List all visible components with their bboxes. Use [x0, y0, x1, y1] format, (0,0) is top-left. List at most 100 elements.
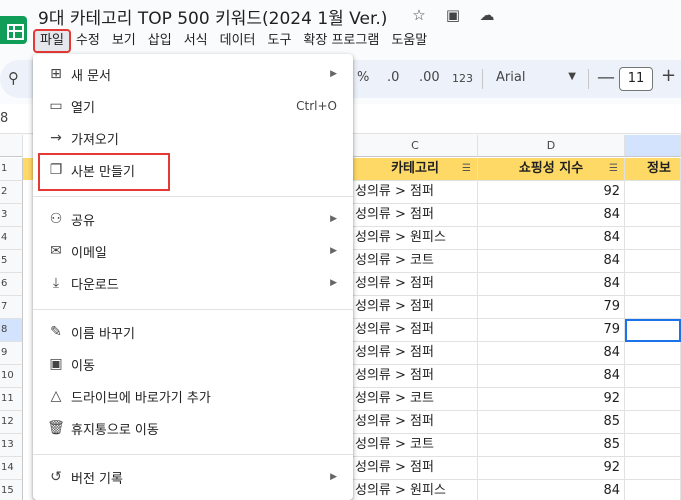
name-box[interactable]: 8: [0, 111, 8, 126]
format-percent-button[interactable]: %: [357, 70, 369, 85]
row-header[interactable]: 10: [0, 365, 23, 388]
category-cell[interactable]: 성의류 > 원피스: [353, 480, 478, 500]
shopping-index-cell[interactable]: 85: [478, 434, 625, 457]
category-cell[interactable]: 성의류 > 점퍼: [353, 296, 478, 319]
category-cell[interactable]: 성의류 > 점퍼: [353, 319, 478, 342]
filter-icon[interactable]: ☰: [609, 158, 618, 180]
row-header[interactable]: 4: [0, 227, 23, 250]
shopping-index-cell[interactable]: 92: [478, 388, 625, 411]
menu-item-add-shortcut[interactable]: △ 드라이브에 바로가기 추가: [33, 380, 353, 412]
filter-icon[interactable]: ☰: [462, 158, 471, 180]
category-cell[interactable]: 성의류 > 코트: [353, 388, 478, 411]
shopping-index-cell[interactable]: 84: [478, 342, 625, 365]
font-select[interactable]: Arial ▼: [490, 68, 580, 90]
menu-view[interactable]: 보기: [106, 30, 142, 52]
info-cell[interactable]: [625, 204, 681, 227]
category-cell[interactable]: 성의류 > 원피스: [353, 227, 478, 250]
info-cell[interactable]: [625, 296, 681, 319]
menu-item-move[interactable]: ▣ 이동: [33, 348, 353, 380]
category-cell[interactable]: 성의류 > 점퍼: [353, 204, 478, 227]
menu-item-new[interactable]: ⊞ 새 문서 ▶: [33, 58, 353, 90]
row-header[interactable]: 1: [0, 158, 23, 181]
header-cell-category[interactable]: 카테고리 ☰: [353, 158, 478, 181]
info-cell[interactable]: [625, 388, 681, 411]
row-header[interactable]: 15: [0, 480, 23, 500]
shopping-index-cell[interactable]: 92: [478, 181, 625, 204]
menu-item-import[interactable]: → 가져오기: [33, 122, 353, 154]
category-cell[interactable]: 성의류 > 점퍼: [353, 411, 478, 434]
menu-file[interactable]: 파일: [33, 29, 71, 53]
menu-tools[interactable]: 도구: [262, 30, 298, 52]
decrease-decimal-button[interactable]: .0: [387, 70, 399, 85]
category-cell[interactable]: 성의류 > 점퍼: [353, 181, 478, 204]
row-header[interactable]: 3: [0, 204, 23, 227]
category-cell[interactable]: 성의류 > 점퍼: [353, 342, 478, 365]
move-folder-icon[interactable]: ▣: [444, 6, 462, 24]
shopping-index-cell[interactable]: 84: [478, 204, 625, 227]
row-header[interactable]: 14: [0, 457, 23, 480]
row-header[interactable]: 8: [0, 319, 23, 342]
category-cell[interactable]: 성의류 > 코트: [353, 434, 478, 457]
menu-item-version-history[interactable]: ↺ 버전 기록 ▶: [33, 461, 353, 493]
info-cell[interactable]: [625, 227, 681, 250]
header-cell-info[interactable]: 정보: [625, 158, 681, 181]
row-header[interactable]: 6: [0, 273, 23, 296]
menu-item-share[interactable]: ⚇ 공유 ▶: [33, 203, 353, 235]
search-menus-icon[interactable]: ⚲: [8, 69, 19, 87]
shopping-index-cell[interactable]: 79: [478, 296, 625, 319]
menu-item-download[interactable]: ⤓ 다운로드 ▶: [33, 267, 353, 299]
shopping-index-cell[interactable]: 84: [478, 250, 625, 273]
row-header[interactable]: 9: [0, 342, 23, 365]
header-cell-shopping-index[interactable]: 쇼핑성 지수 ☰: [478, 158, 625, 181]
document-title[interactable]: 9대 카테고리 TOP 500 키워드(2024 1월 Ver.): [38, 4, 387, 29]
info-cell[interactable]: [625, 480, 681, 500]
info-cell[interactable]: [625, 365, 681, 388]
star-icon[interactable]: ☆: [410, 6, 428, 24]
shopping-index-cell[interactable]: 84: [478, 273, 625, 296]
category-cell[interactable]: 성의류 > 코트: [353, 250, 478, 273]
menu-edit[interactable]: 수정: [70, 30, 106, 52]
info-cell[interactable]: [625, 457, 681, 480]
info-cell[interactable]: [625, 342, 681, 365]
row-header[interactable]: 12: [0, 411, 23, 434]
font-size-decrease-button[interactable]: —: [597, 67, 615, 88]
info-cell[interactable]: [625, 273, 681, 296]
column-header-e[interactable]: [625, 135, 681, 157]
info-cell[interactable]: [625, 250, 681, 273]
info-cell[interactable]: [625, 411, 681, 434]
cloud-status-icon[interactable]: ☁: [478, 6, 496, 24]
increase-decimal-button[interactable]: .00: [419, 70, 440, 85]
shopping-index-cell[interactable]: 84: [478, 227, 625, 250]
font-size-input[interactable]: 11: [619, 67, 653, 91]
menu-extensions[interactable]: 확장 프로그램: [297, 30, 385, 52]
menu-item-email[interactable]: ✉ 이메일 ▶: [33, 235, 353, 267]
info-cell[interactable]: [625, 434, 681, 457]
shopping-index-cell[interactable]: 92: [478, 457, 625, 480]
shopping-index-cell[interactable]: 85: [478, 411, 625, 434]
corner-cell[interactable]: [0, 135, 23, 157]
font-size-increase-button[interactable]: +: [661, 65, 676, 86]
menu-insert[interactable]: 삽입: [142, 30, 178, 52]
row-header[interactable]: 11: [0, 388, 23, 411]
menu-item-open[interactable]: ▭ 열기 Ctrl+O: [33, 90, 353, 122]
menu-data[interactable]: 데이터: [214, 30, 262, 52]
column-header-c[interactable]: C: [353, 135, 478, 157]
menu-format[interactable]: 서식: [178, 30, 214, 52]
category-cell[interactable]: 성의류 > 점퍼: [353, 273, 478, 296]
column-header-d[interactable]: D: [478, 135, 625, 157]
selected-cell[interactable]: [625, 319, 681, 342]
category-cell[interactable]: 성의류 > 점퍼: [353, 457, 478, 480]
row-header[interactable]: 5: [0, 250, 23, 273]
shopping-index-cell[interactable]: 79: [478, 319, 625, 342]
row-header[interactable]: 7: [0, 296, 23, 319]
shopping-index-cell[interactable]: 84: [478, 480, 625, 500]
info-cell[interactable]: [625, 181, 681, 204]
sheets-logo-icon[interactable]: [0, 16, 27, 44]
menu-item-trash[interactable]: 🗑 휴지통으로 이동: [33, 412, 353, 444]
category-cell[interactable]: 성의류 > 점퍼: [353, 365, 478, 388]
more-formats-button[interactable]: 123: [452, 72, 473, 85]
menu-help[interactable]: 도움말: [385, 30, 433, 52]
shopping-index-cell[interactable]: 84: [478, 365, 625, 388]
row-header[interactable]: 2: [0, 181, 23, 204]
menu-item-rename[interactable]: ✎ 이름 바꾸기: [33, 316, 353, 348]
